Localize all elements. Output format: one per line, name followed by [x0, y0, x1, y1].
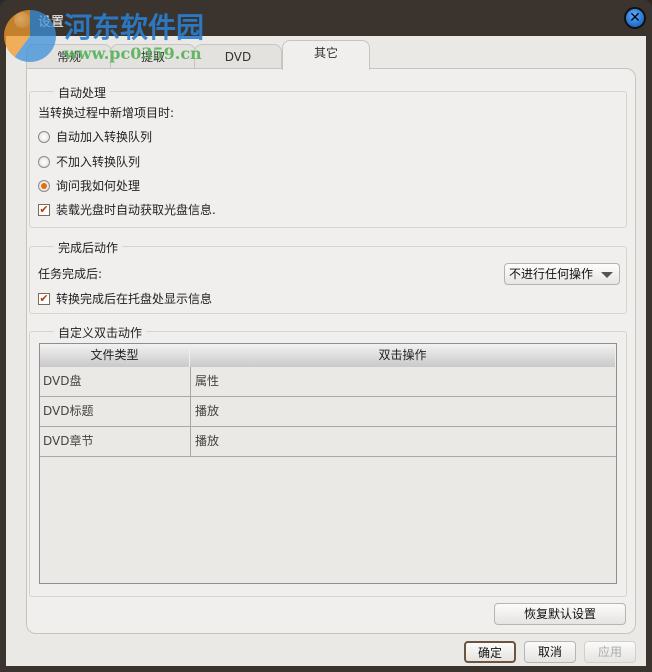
close-icon[interactable]: ✕	[624, 7, 646, 29]
group-legend: 自定义双击动作	[54, 324, 147, 341]
dialog-body: 常规 提取 DVD 其它 自动处理 当转换过程中新增项目时: 自动加入转换队列 …	[6, 36, 646, 666]
tab-extract[interactable]: 提取	[110, 44, 196, 69]
after-action-select[interactable]: 不进行任何操作	[504, 263, 620, 285]
cell-action[interactable]: 播放	[190, 397, 219, 426]
cell-file-type: DVD盘	[43, 374, 82, 388]
radio-button[interactable]	[38, 155, 50, 168]
tab-dvd[interactable]: DVD	[194, 44, 282, 69]
table-row[interactable]: DVD章节 播放	[40, 427, 616, 457]
checkbox[interactable]: ✔	[38, 203, 50, 216]
chevron-down-icon	[601, 272, 613, 278]
radio-button[interactable]	[38, 179, 50, 192]
checkbox-tray-message[interactable]: ✔ 转换完成后在托盘处显示信息	[38, 290, 212, 307]
apply-button[interactable]: 应用	[584, 641, 636, 663]
after-action-group: 完成后动作 任务完成后: 不进行任何操作 ✔ 转换完成后在托盘处显示信息	[29, 239, 627, 314]
radio-ask[interactable]: 询问我如何处理	[38, 177, 140, 194]
radio-not-add[interactable]: 不加入转换队列	[38, 153, 140, 170]
cell-file-type: DVD章节	[43, 434, 94, 448]
restore-defaults-button[interactable]: 恢复默认设置	[494, 603, 626, 625]
table-row[interactable]: DVD盘 属性	[40, 367, 616, 397]
checkbox-label: 转换完成后在托盘处显示信息	[56, 292, 213, 306]
radio-button[interactable]	[38, 130, 50, 143]
settings-window: 设置 ✕ 常规 提取 DVD 其它 自动处理 当转换过程中新增项目时: 自动加入…	[0, 0, 652, 672]
prompt-label: 当转换过程中新增项目时:	[38, 106, 175, 120]
checkbox[interactable]: ✔	[38, 292, 50, 305]
task-done-label: 任务完成后:	[38, 267, 103, 281]
tab-other[interactable]: 其它	[282, 40, 370, 70]
auto-process-group: 自动处理 当转换过程中新增项目时: 自动加入转换队列 不加入转换队列 询问我如何…	[29, 84, 627, 228]
select-value: 不进行任何操作	[509, 267, 594, 281]
cell-file-type: DVD标题	[43, 404, 94, 418]
checkbox-label: 装载光盘时自动获取光盘信息.	[56, 203, 216, 217]
checkbox-auto-disc-info[interactable]: ✔ 装载光盘时自动获取光盘信息.	[38, 201, 216, 218]
radio-label: 询问我如何处理	[56, 179, 141, 193]
radio-label: 自动加入转换队列	[56, 130, 153, 144]
tab-general[interactable]: 常规	[26, 44, 112, 69]
cell-action[interactable]: 属性	[190, 367, 219, 396]
tab-panel: 自动处理 当转换过程中新增项目时: 自动加入转换队列 不加入转换队列 询问我如何…	[26, 68, 636, 634]
group-legend: 完成后动作	[54, 239, 123, 256]
column-header-action[interactable]: 双击操作	[190, 344, 616, 367]
radio-label: 不加入转换队列	[56, 155, 141, 169]
app-icon	[14, 12, 30, 28]
radio-auto-add[interactable]: 自动加入转换队列	[38, 128, 152, 145]
window-title: 设置	[38, 15, 65, 30]
cell-action[interactable]: 播放	[190, 427, 219, 456]
double-click-group: 自定义双击动作 文件类型 双击操作 DVD盘 属性 DVD标题 播放 DVD章节 播放	[29, 324, 627, 597]
column-header-file-type[interactable]: 文件类型	[40, 344, 190, 367]
table-row[interactable]: DVD标题 播放	[40, 397, 616, 427]
group-legend: 自动处理	[54, 84, 111, 101]
ok-button[interactable]: 确定	[464, 641, 516, 663]
cancel-button[interactable]: 取消	[524, 641, 576, 663]
double-click-table: 文件类型 双击操作 DVD盘 属性 DVD标题 播放 DVD章节 播放	[39, 343, 617, 584]
